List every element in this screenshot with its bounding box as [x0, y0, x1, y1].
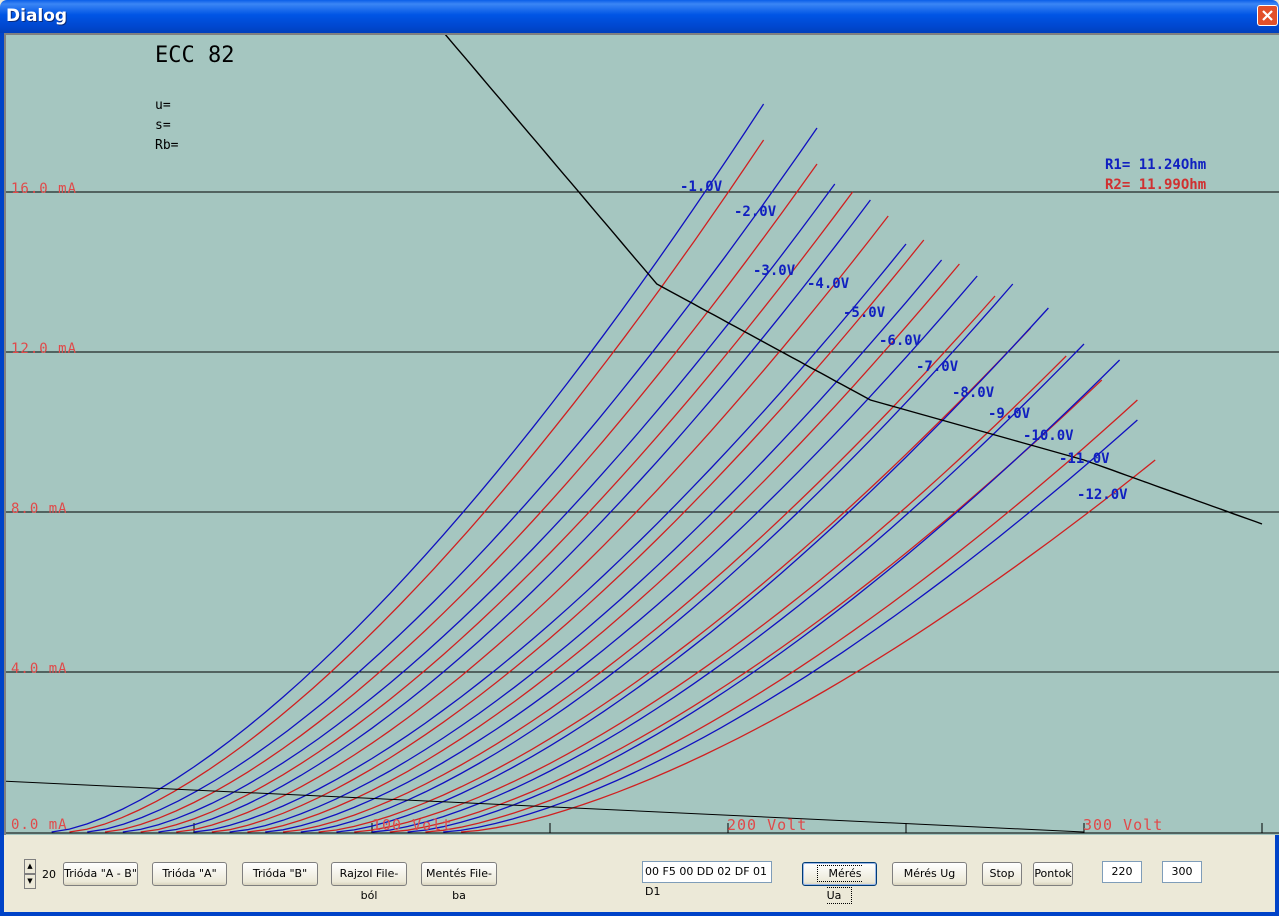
r2-label: R2= 11.99Ohm	[1105, 177, 1207, 193]
spin-up-icon[interactable]: ▲	[24, 859, 36, 874]
rajzol-file-button[interactable]: Rajzol File-ból	[331, 862, 407, 902]
y-label-16: 16.0 mA	[11, 181, 78, 197]
grid-label: -6.0V	[879, 333, 922, 349]
hex-data-field[interactable]: 00 F5 00 DD 02 DF 01 D1	[642, 861, 772, 898]
characteristic-curve	[176, 215, 889, 833]
y-label-0: 0.0 mA	[11, 817, 68, 833]
stop-button[interactable]: Stop	[982, 862, 1022, 886]
characteristic-curve	[69, 139, 765, 833]
characteristic-curve	[300, 283, 1014, 833]
param-rb: Rb=	[155, 138, 179, 153]
x-label-200: 200 Volt	[727, 816, 808, 834]
grid-label: -4.0V	[807, 276, 850, 292]
value-field-2[interactable]: 300	[1162, 861, 1202, 883]
load-curve	[444, 35, 1263, 525]
characteristic-curve	[122, 183, 836, 833]
param-u: u=	[155, 98, 171, 113]
characteristic-curve	[104, 163, 818, 833]
trioda-ab-button[interactable]: Trióda "A - B"	[63, 862, 138, 886]
grid-label: -5.0V	[843, 305, 886, 321]
characteristic-curve	[425, 399, 1138, 833]
spin-down-icon[interactable]: ▼	[24, 874, 36, 889]
characteristic-curve	[336, 307, 1049, 833]
meres-ua-label: Mérés Ua	[817, 865, 862, 904]
window-frame-bottom	[0, 912, 1279, 916]
characteristic-curve	[407, 359, 1121, 833]
meres-ug-button[interactable]: Mérés Ug	[892, 862, 967, 886]
y-label-12: 12.0 mA	[11, 341, 78, 357]
grid-label: -11.0V	[1059, 451, 1110, 467]
spin-control[interactable]: ▲ ▼	[24, 859, 36, 892]
characteristic-curve	[318, 327, 1032, 833]
spin-value: 20	[42, 868, 56, 881]
meres-ua-button[interactable]: Mérés Ua	[802, 862, 877, 904]
bottom-toolbar: ▲ ▼ 20 Trióda "A - B" Trióda "A" Trióda …	[4, 835, 1275, 912]
characteristic-curve	[354, 355, 1067, 833]
characteristic-plot: ECC 82 u= s= Rb= R1= 11.24Ohm R2= 11.99O…	[4, 33, 1279, 835]
grid-label: -9.0V	[988, 406, 1031, 422]
grid-label: -7.0V	[916, 359, 959, 375]
param-s: s=	[155, 118, 171, 133]
window-title: Dialog	[6, 6, 68, 26]
grid-label: -3.0V	[753, 263, 796, 279]
tube-name: ECC 82	[155, 43, 235, 68]
close-button[interactable]	[1257, 5, 1278, 26]
characteristic-curve	[247, 263, 960, 833]
x-label-300: 300 Volt	[1083, 816, 1164, 834]
pontok-button[interactable]: Pontok	[1033, 862, 1073, 886]
close-icon	[1262, 10, 1273, 21]
characteristic-curve	[371, 343, 1085, 833]
curve-chart	[6, 35, 1279, 834]
r1-label: R1= 11.24Ohm	[1105, 157, 1207, 173]
value-field-1[interactable]: 220	[1102, 861, 1142, 883]
characteristic-curve	[87, 127, 818, 833]
y-label-4: 4.0 mA	[11, 661, 68, 677]
trioda-a-button[interactable]: Trióda "A"	[152, 862, 227, 886]
grid-label: -2.0V	[734, 204, 777, 220]
trioda-b-button[interactable]: Trióda "B"	[242, 862, 318, 886]
x-label-100: 100 Volt	[372, 816, 453, 834]
characteristic-curve	[51, 103, 765, 833]
characteristic-curve	[229, 259, 943, 833]
grid-label: -10.0V	[1023, 428, 1074, 444]
title-bar[interactable]: Dialog	[0, 0, 1279, 33]
grid-label: -8.0V	[952, 385, 995, 401]
y-label-8: 8.0 mA	[11, 501, 68, 517]
grid-label: -12.0V	[1077, 487, 1128, 503]
characteristic-curve	[193, 243, 907, 833]
mentes-file-button[interactable]: Mentés File-ba	[421, 862, 497, 902]
grid-label: -1.0V	[680, 179, 723, 195]
